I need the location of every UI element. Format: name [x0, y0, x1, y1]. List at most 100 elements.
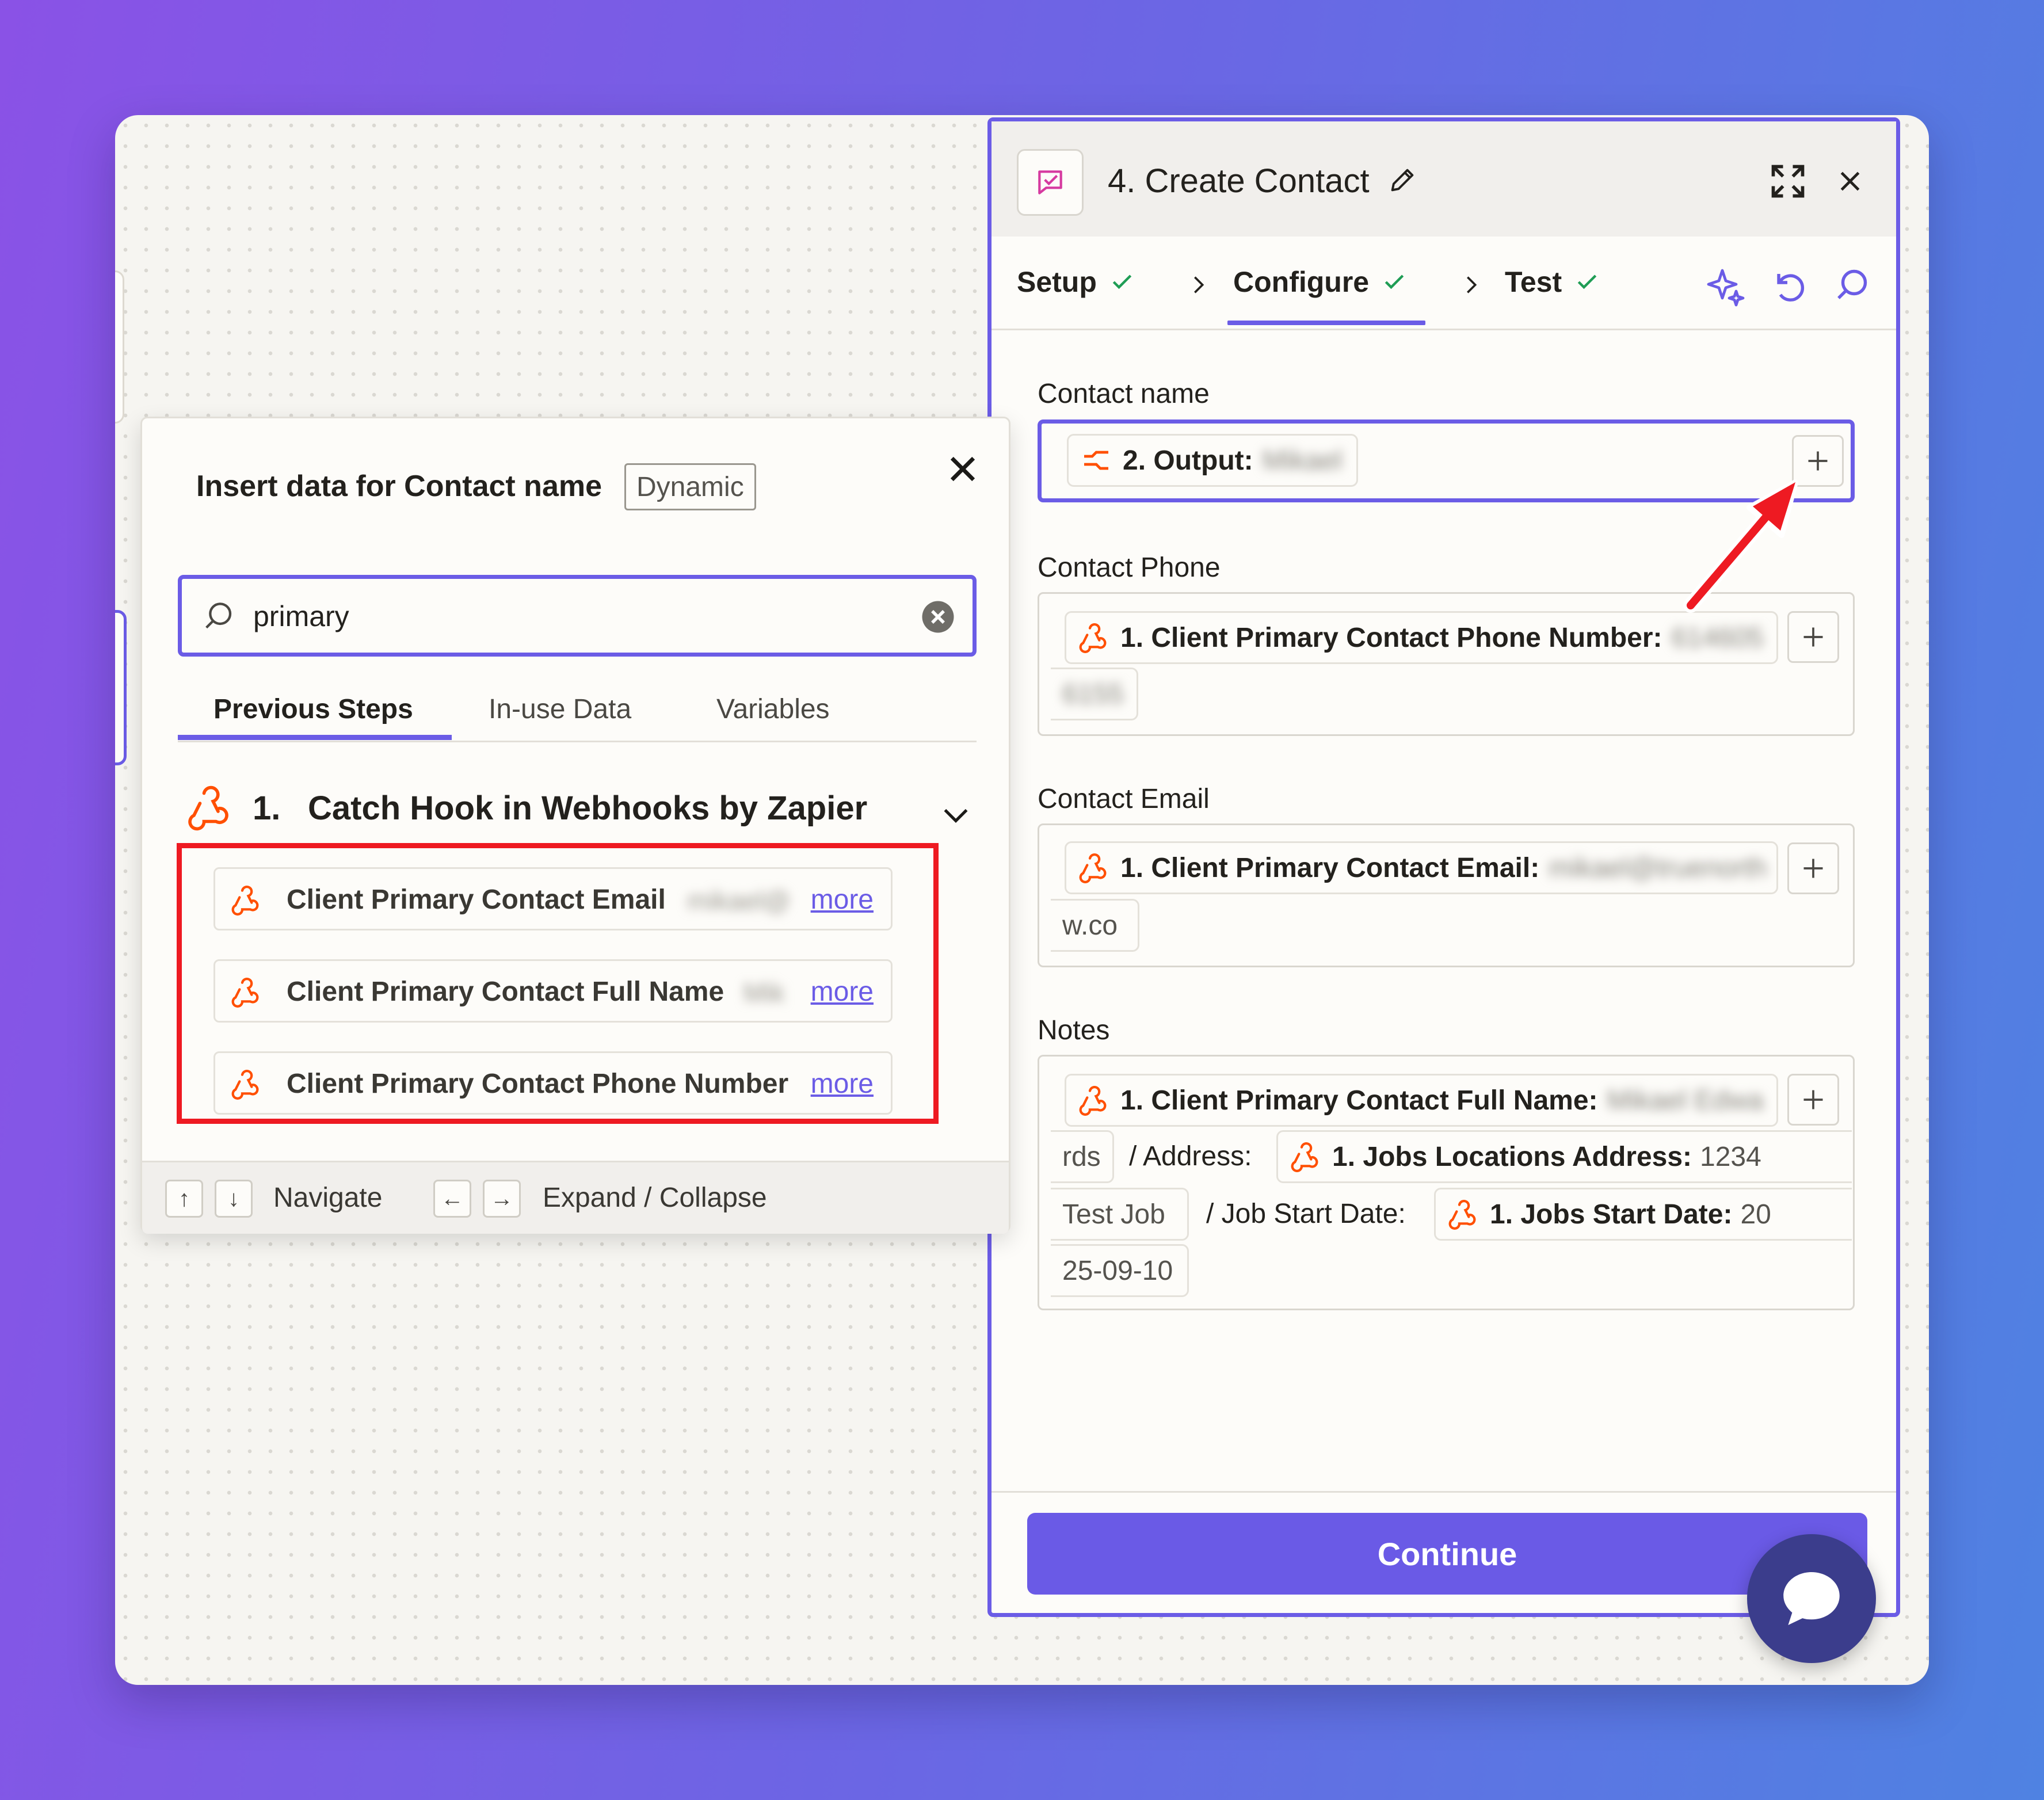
- search-input[interactable]: primary: [178, 575, 977, 657]
- notes-full-name-pill[interactable]: 1. Client Primary Contact Full Name: Mik…: [1065, 1074, 1778, 1127]
- clear-icon[interactable]: [921, 600, 955, 634]
- notes-start-date-pill[interactable]: 1. Jobs Start Date: 20: [1434, 1188, 1852, 1241]
- expand-icon[interactable]: [1768, 162, 1807, 204]
- step-group-number: 1.: [253, 790, 281, 827]
- notes-address-label: 1. Jobs Locations Address:: [1332, 1141, 1692, 1172]
- webhook-icon: [1291, 1142, 1318, 1172]
- tab-test[interactable]: Test: [1505, 265, 1600, 299]
- item-label: Client Primary Contact Email: [287, 884, 666, 915]
- notes-start-date-label: 1. Jobs Start Date:: [1490, 1199, 1733, 1230]
- app-icon: [1017, 149, 1084, 216]
- notes-text-start-date: / Job Start Date:: [1206, 1199, 1406, 1229]
- search-icon: [205, 602, 232, 629]
- notes-full-name-overflow[interactable]: rds: [1051, 1130, 1114, 1183]
- item-preview: mikael@: [687, 886, 791, 916]
- notes-address-overflow[interactable]: Test Job: [1051, 1188, 1189, 1241]
- list-item[interactable]: Client Primary Contact Phone Number more: [213, 1051, 893, 1115]
- contact-name-label: Contact name: [1038, 379, 1210, 409]
- search-value: primary: [253, 600, 349, 632]
- more-link[interactable]: more: [806, 884, 874, 916]
- notes-address-pill[interactable]: 1. Jobs Locations Address: 1234: [1276, 1130, 1852, 1183]
- plus-icon: [1803, 859, 1823, 878]
- step-group-header[interactable]: 1. Catch Hook in Webhooks by Zapier: [186, 775, 968, 838]
- webhook-icon: [231, 1069, 259, 1100]
- output-pill[interactable]: 2. Output: Mikael: [1067, 434, 1358, 487]
- ai-sparkle-icon[interactable]: [1705, 265, 1746, 307]
- insert-data-button[interactable]: [1787, 842, 1839, 894]
- notes-address-value: 1234: [1700, 1141, 1761, 1172]
- webhook-icon: [231, 885, 259, 916]
- notes-full-name-overflow-value: rds: [1062, 1141, 1101, 1172]
- chevron-down-icon[interactable]: [940, 799, 972, 832]
- left-key: ←: [433, 1180, 471, 1218]
- panel-title: 4. Create Contact: [1108, 162, 1370, 200]
- tab-setup-label: Setup: [1017, 266, 1097, 298]
- navigate-hint: Navigate: [273, 1183, 383, 1213]
- panel-footer-divider: [992, 1491, 1896, 1493]
- chevron-right-icon: [1194, 276, 1204, 293]
- tab-variables[interactable]: Variables: [716, 693, 830, 725]
- popup-tabs: Previous Steps In-use Data Variables: [178, 689, 977, 742]
- notes-start-date-overflow[interactable]: 25-09-10: [1051, 1244, 1189, 1297]
- tab-test-label: Test: [1505, 266, 1562, 298]
- phone-pill[interactable]: 1. Client Primary Contact Phone Number: …: [1065, 611, 1778, 664]
- list-item[interactable]: Client Primary Contact Email mikael@ mor…: [213, 867, 893, 930]
- canvas-node-selected[interactable]: [115, 610, 127, 765]
- plus-icon: [1803, 627, 1823, 647]
- email-pill-overflow-value: w.co: [1062, 910, 1118, 941]
- item-preview: Mik: [743, 978, 785, 1008]
- edit-icon[interactable]: [1387, 165, 1417, 198]
- contact-phone-label: Contact Phone: [1038, 552, 1221, 583]
- item-label: Client Primary Contact Full Name: [287, 977, 724, 1007]
- output-pill-label: 2. Output:: [1123, 445, 1253, 476]
- canvas-node[interactable]: [115, 270, 124, 424]
- search-icon[interactable]: [1832, 265, 1873, 307]
- insert-data-button[interactable]: [1787, 611, 1839, 663]
- expand-collapse-hint: Expand / Collapse: [543, 1183, 767, 1213]
- phone-pill-overflow-value: 6155: [1062, 678, 1124, 710]
- tab-in-use-data[interactable]: In-use Data: [489, 693, 631, 725]
- phone-pill-label: 1. Client Primary Contact Phone Number:: [1120, 622, 1662, 653]
- tab-configure[interactable]: Configure: [1233, 265, 1407, 299]
- continue-button[interactable]: Continue: [1027, 1513, 1867, 1595]
- insert-data-button[interactable]: [1787, 1074, 1839, 1126]
- plus-icon: [1803, 1090, 1823, 1109]
- tab-setup[interactable]: Setup: [1017, 265, 1135, 299]
- popup-title: Insert data for Contact name: [196, 470, 602, 503]
- contact-email-field[interactable]: 1. Client Primary Contact Email: mikael@…: [1038, 823, 1855, 967]
- step-tabs: Setup Configure Test: [992, 237, 1896, 330]
- formatter-icon: [1084, 451, 1108, 470]
- phone-pill-overflow[interactable]: 6155: [1051, 668, 1138, 720]
- list-item[interactable]: Client Primary Contact Full Name Mik mor…: [213, 959, 893, 1023]
- close-icon[interactable]: [947, 453, 979, 488]
- webhook-icon: [1448, 1199, 1476, 1230]
- check-icon: [1577, 274, 1597, 289]
- panel-header: 4. Create Contact: [992, 121, 1896, 237]
- phone-pill-value: 614605: [1671, 622, 1764, 653]
- red-arrow-annotation: [1683, 479, 1798, 613]
- notes-full-name-label: 1. Client Primary Contact Full Name:: [1120, 1085, 1598, 1116]
- undo-icon[interactable]: [1768, 265, 1810, 307]
- tab-previous-steps[interactable]: Previous Steps: [213, 693, 413, 725]
- plus-icon: [1808, 451, 1828, 471]
- notes-start-date-overflow-value: 25-09-10: [1062, 1255, 1173, 1286]
- step-editor-panel: 4. Create Contact Setup Configure Test C…: [987, 117, 1900, 1617]
- active-tab-indicator: [178, 735, 452, 740]
- webhook-icon: [1079, 1085, 1107, 1116]
- close-icon[interactable]: [1837, 169, 1863, 197]
- webhook-icon: [231, 977, 259, 1008]
- email-pill-overflow[interactable]: w.co: [1051, 899, 1139, 952]
- notes-label: Notes: [1038, 1015, 1110, 1046]
- item-label: Client Primary Contact Phone Number: [287, 1069, 789, 1099]
- email-pill-value: mikael@truenorth: [1549, 852, 1767, 883]
- more-link[interactable]: more: [806, 976, 874, 1008]
- right-key: →: [483, 1180, 521, 1218]
- dynamic-badge: Dynamic: [624, 463, 756, 510]
- chat-button[interactable]: [1747, 1534, 1876, 1663]
- insert-data-popup: Insert data for Contact name Dynamic pri…: [140, 417, 1010, 1234]
- output-pill-value: Mikael: [1262, 445, 1343, 476]
- webhook-icon: [1079, 853, 1107, 883]
- more-link[interactable]: more: [806, 1068, 874, 1100]
- notes-field[interactable]: 1. Client Primary Contact Full Name: Mik…: [1038, 1055, 1855, 1310]
- email-pill[interactable]: 1. Client Primary Contact Email: mikael@…: [1065, 841, 1778, 894]
